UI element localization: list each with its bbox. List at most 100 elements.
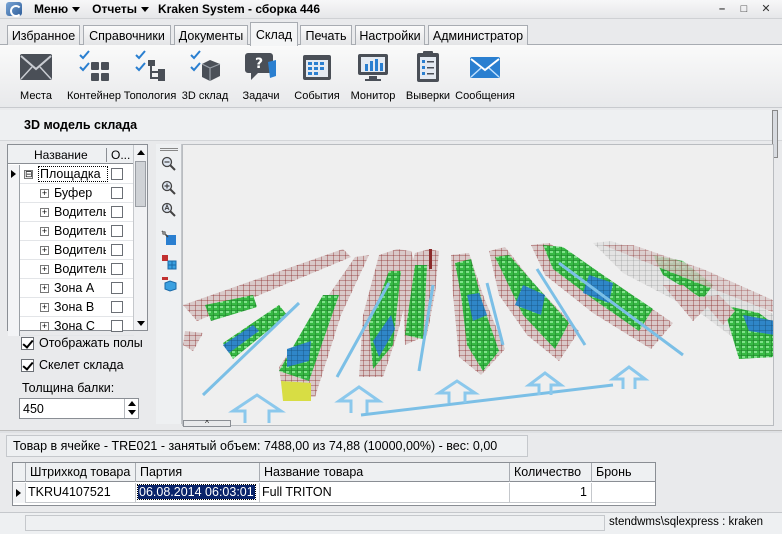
tab-strip: Избранное Справочники Документы Склад Пе… xyxy=(0,21,782,46)
expand-icon[interactable]: + xyxy=(40,265,49,274)
stepper-up-button[interactable] xyxy=(125,399,138,408)
scroll-thumb[interactable] xyxy=(135,161,146,207)
expand-icon[interactable]: + xyxy=(40,246,49,255)
rack-row[interactable] xyxy=(183,331,203,351)
tab-admin[interactable]: Администратор xyxy=(428,25,528,45)
skeleton-option[interactable]: Скелет склада xyxy=(21,358,124,372)
close-button[interactable]: ✕ xyxy=(756,0,776,17)
tree-row[interactable]: + Водитель xyxy=(8,222,134,241)
tasks-button[interactable]: ? Задачи xyxy=(238,48,284,106)
tab-documents[interactable]: Документы xyxy=(174,25,248,45)
tree-row-checkbox[interactable] xyxy=(111,225,123,237)
cell-quantity[interactable]: 1 xyxy=(509,483,591,503)
container-icon xyxy=(79,50,109,81)
column-barcode[interactable]: Штрихкод товара xyxy=(25,463,135,482)
tab-directories[interactable]: Справочники xyxy=(83,25,171,45)
tree-row[interactable]: + Зона А xyxy=(8,279,134,298)
thickness-stepper[interactable]: 450 xyxy=(19,398,139,419)
view-resize-grip[interactable]: ^ xyxy=(183,420,231,428)
thickness-value[interactable]: 450 xyxy=(23,402,44,416)
scroll-up-button[interactable] xyxy=(134,145,147,159)
zoom-in-icon[interactable] xyxy=(161,180,177,196)
messages-button[interactable]: Сообщения xyxy=(455,48,515,106)
tree-row[interactable]: + Зона С xyxy=(8,317,134,336)
cell-reserve[interactable] xyxy=(591,483,655,503)
expand-icon[interactable]: + xyxy=(40,322,49,331)
tree-row-checkbox[interactable] xyxy=(111,187,123,199)
tree-row[interactable]: ⊟ Площадка xyxy=(8,165,134,184)
toolbar-grip[interactable] xyxy=(160,148,178,151)
tree-row-checkbox[interactable] xyxy=(111,168,123,180)
expand-icon[interactable]: + xyxy=(40,284,49,293)
expand-icon[interactable]: + xyxy=(40,227,49,236)
tree-row-checkbox[interactable] xyxy=(111,206,123,218)
envelope-dark-icon xyxy=(20,54,52,80)
show-floors-label: Отображать полы xyxy=(39,336,143,350)
tree-row[interactable]: + Буфер xyxy=(8,184,134,203)
column-product-name[interactable]: Название товара xyxy=(259,463,509,482)
places-button[interactable]: Места xyxy=(14,48,58,106)
column-reserve[interactable]: Бронь xyxy=(591,463,655,482)
rack-row[interactable] xyxy=(281,381,311,401)
cell-batch-value[interactable]: 06.08.2014 06:03:01 xyxy=(137,484,256,500)
tree-row-checkbox[interactable] xyxy=(111,320,123,332)
warehouse-3d-scene[interactable] xyxy=(183,145,774,426)
tree-row-checkbox[interactable] xyxy=(111,244,123,256)
skeleton-checkbox[interactable] xyxy=(21,358,34,372)
collapse-icon[interactable]: ⊟ xyxy=(24,170,33,179)
select-cell-icon[interactable] xyxy=(161,230,177,246)
tree-row[interactable]: + Водитель xyxy=(8,260,134,279)
tab-favorites[interactable]: Избранное xyxy=(7,25,80,45)
maximize-button[interactable]: □ xyxy=(734,0,754,17)
show-floors-option[interactable]: Отображать полы xyxy=(21,336,151,350)
chevron-down-icon xyxy=(72,6,81,12)
warehouse-3d-view[interactable] xyxy=(182,144,774,426)
tree-row-checkbox[interactable] xyxy=(111,282,123,294)
reports-button[interactable]: Отчеты xyxy=(92,2,149,16)
expand-icon[interactable]: + xyxy=(40,208,49,217)
container-label: Контейнер xyxy=(66,90,122,102)
scroll-down-button[interactable] xyxy=(134,316,147,330)
topology-button[interactable]: Топология xyxy=(124,48,176,106)
zone-tree[interactable]: Название О... ⊟ Площадка + Буфер + Водит… xyxy=(7,144,148,336)
table-row[interactable]: TKRU4107521 06.08.2014 06:03:01 Full TRI… xyxy=(13,483,655,503)
container-button[interactable]: Контейнер xyxy=(66,48,122,106)
tree-column-o[interactable]: О... xyxy=(106,148,130,162)
events-button[interactable]: События xyxy=(293,48,341,106)
tree-scrollbar[interactable] xyxy=(133,145,147,330)
expand-icon[interactable]: + xyxy=(40,189,49,198)
menu-button[interactable]: Меню xyxy=(34,2,81,16)
warehouse-3d-button[interactable]: 3D склад xyxy=(181,48,229,106)
window-title: Kraken System - сборка 446 xyxy=(158,2,320,16)
svg-text:?: ? xyxy=(255,56,263,72)
show-floors-checkbox[interactable] xyxy=(21,336,34,350)
tree-row-checkbox[interactable] xyxy=(111,263,123,275)
zoom-out-icon[interactable] xyxy=(161,156,177,172)
zoom-fit-icon[interactable] xyxy=(161,202,177,218)
tab-settings[interactable]: Настройки xyxy=(355,25,425,45)
grid-toggle-icon[interactable] xyxy=(161,254,177,270)
cell-barcode[interactable]: TKRU4107521 xyxy=(25,483,135,503)
column-quantity[interactable]: Количество xyxy=(509,463,591,482)
cube-view-icon[interactable] xyxy=(161,276,177,292)
tab-print[interactable]: Печать xyxy=(300,25,352,45)
events-label: События xyxy=(294,90,340,102)
reconciliation-button[interactable]: Выверки xyxy=(405,48,451,106)
arrow-down-icon xyxy=(127,410,136,415)
expand-icon[interactable]: + xyxy=(40,303,49,312)
cell-info-text: Товар в ячейке - TRE021 - занятый объем:… xyxy=(13,439,498,453)
tree-column-name[interactable]: Название xyxy=(34,148,88,162)
column-batch[interactable]: Партия xyxy=(135,463,259,482)
cell-product-name[interactable]: Full TRITON xyxy=(259,483,509,503)
tree-row[interactable]: + Зона В xyxy=(8,298,134,317)
tree-row[interactable]: + Водитель xyxy=(8,241,134,260)
cell-batch[interactable]: 06.08.2014 06:03:01 xyxy=(135,483,259,503)
monitor-button[interactable]: Монитор xyxy=(349,48,397,106)
minimize-button[interactable]: – xyxy=(712,0,732,17)
goods-table[interactable]: Штрихкод товара Партия Название товара К… xyxy=(12,462,656,506)
tab-warehouse[interactable]: Склад xyxy=(250,22,298,46)
stepper-down-button[interactable] xyxy=(125,408,138,417)
tree-row[interactable]: + Водитель xyxy=(8,203,134,222)
tree-row-checkbox[interactable] xyxy=(111,301,123,313)
panel-splitter[interactable] xyxy=(0,430,782,433)
